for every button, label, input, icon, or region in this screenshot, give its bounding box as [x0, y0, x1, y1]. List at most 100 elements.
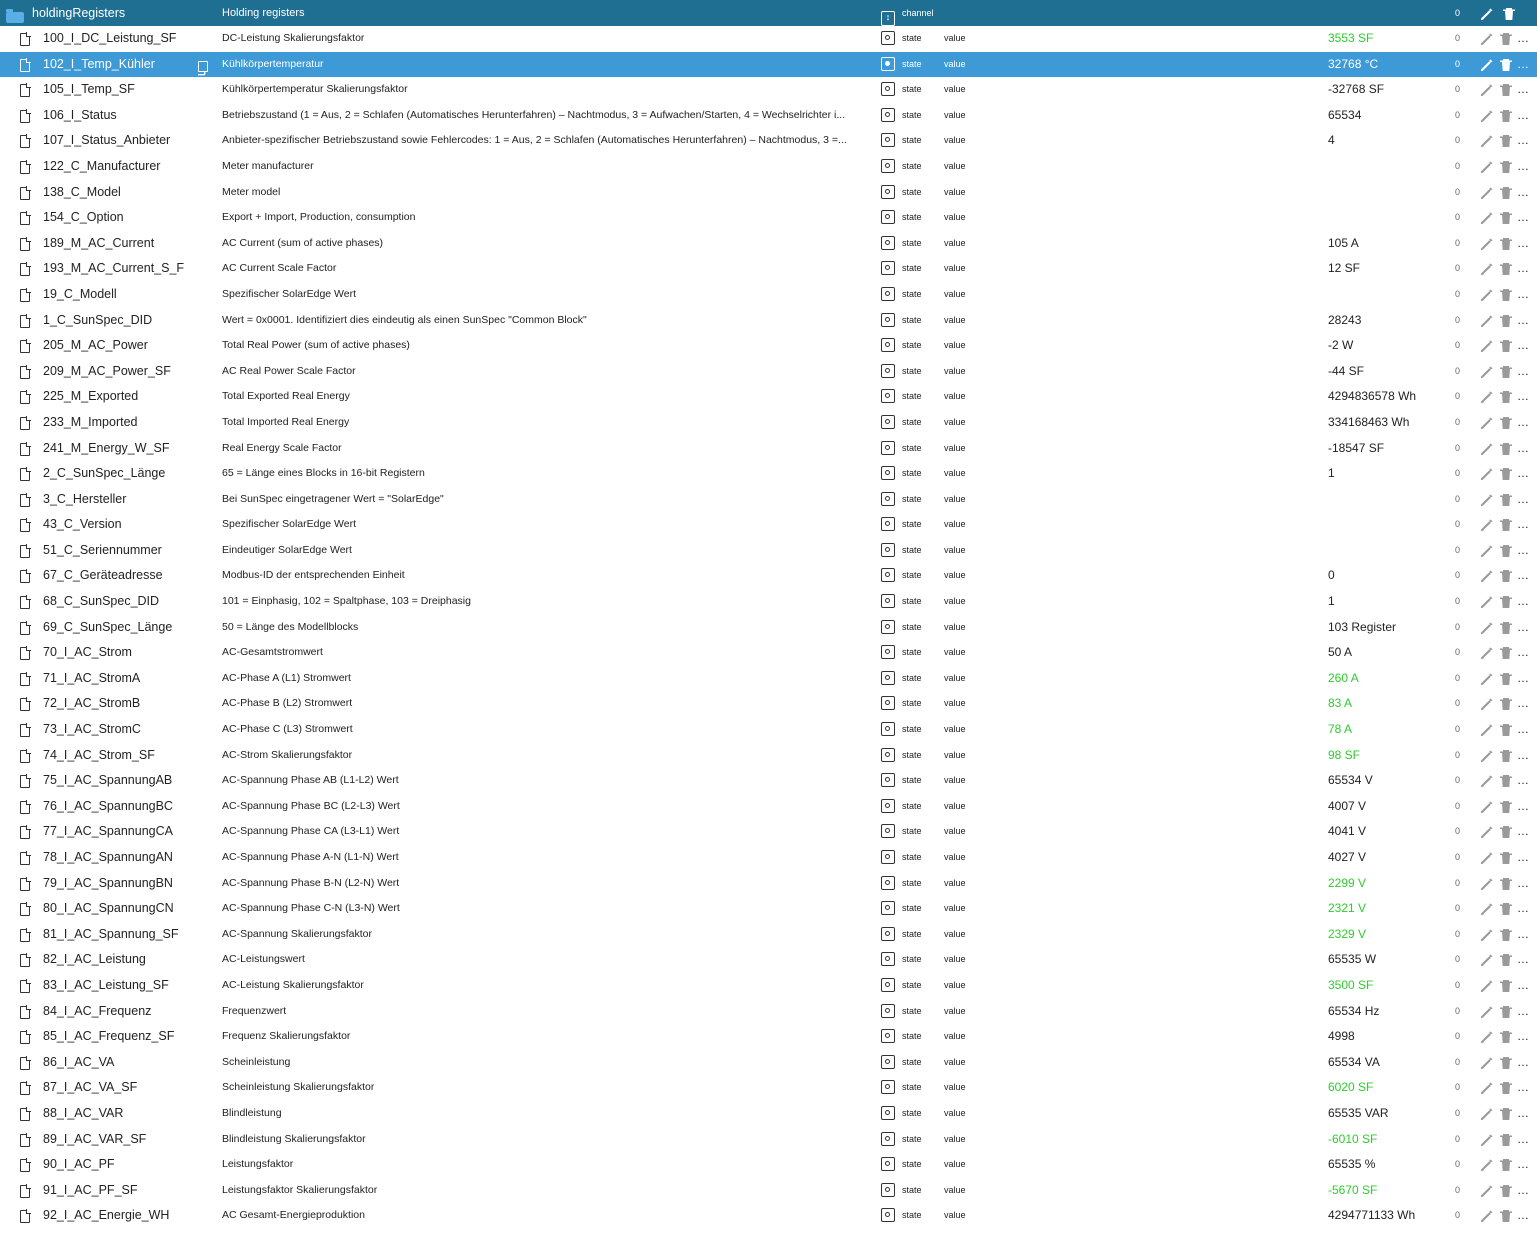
tree-row[interactable]: 68_C_SunSpec_DID 101 = Einphasig, 102 = S…	[0, 589, 1537, 615]
trash-icon[interactable]	[1498, 389, 1514, 405]
gear-icon[interactable]	[1517, 1055, 1533, 1071]
gear-icon[interactable]	[1517, 1029, 1533, 1045]
gear-icon[interactable]	[1517, 1183, 1533, 1199]
gear-icon[interactable]	[1517, 773, 1533, 789]
trash-icon[interactable]	[1498, 492, 1514, 508]
tree-row[interactable]: 43_C_Version Spezifischer SolarEdge Wert s…	[0, 512, 1537, 538]
trash-icon[interactable]	[1498, 850, 1514, 866]
trash-icon[interactable]	[1498, 210, 1514, 226]
gear-icon[interactable]	[1517, 696, 1533, 712]
object-value[interactable]: 83 A	[1328, 691, 1448, 717]
gear-icon[interactable]	[1517, 492, 1533, 508]
object-value[interactable]: 78 A	[1328, 717, 1448, 743]
gear-icon[interactable]	[1517, 441, 1533, 457]
gear-icon[interactable]	[1517, 108, 1533, 124]
object-value[interactable]: 98 SF	[1328, 743, 1448, 769]
trash-icon[interactable]	[1498, 594, 1514, 610]
tree-row[interactable]: 138_C_Model Meter model state value 0	[0, 180, 1537, 206]
tree-row[interactable]: 100_I_DC_Leistung_SF DC-Leistung Skalieru…	[0, 26, 1537, 52]
trash-icon[interactable]	[1498, 415, 1514, 431]
object-value[interactable]	[1328, 538, 1448, 564]
pencil-icon[interactable]	[1479, 671, 1495, 687]
pencil-icon[interactable]	[1479, 1029, 1495, 1045]
trash-icon[interactable]	[1498, 261, 1514, 277]
gear-icon[interactable]	[1517, 1157, 1533, 1173]
pencil-icon[interactable]	[1479, 517, 1495, 533]
tree-row[interactable]: 88_I_AC_VAR Blindleistung state value 65535 …	[0, 1101, 1537, 1127]
object-value[interactable]: 65534 Hz	[1328, 999, 1448, 1025]
pencil-icon[interactable]	[1479, 876, 1495, 892]
trash-icon[interactable]	[1498, 799, 1514, 815]
folder-row-holding-registers[interactable]: holdingRegisters Holding registers ↕ cha…	[0, 0, 1537, 26]
trash-icon[interactable]	[1498, 671, 1514, 687]
tree-row[interactable]: 105_I_Temp_SF Kühlkörpertemperatur Skalie…	[0, 77, 1537, 103]
tree-row[interactable]: 1_C_SunSpec_DID Wert = 0x0001. Identifizi…	[0, 308, 1537, 334]
gear-icon[interactable]	[1517, 1004, 1533, 1020]
gear-icon[interactable]	[1517, 568, 1533, 584]
pencil-icon[interactable]	[1479, 1004, 1495, 1020]
gear-icon[interactable]	[1517, 517, 1533, 533]
object-value[interactable]: 3553 SF	[1328, 26, 1448, 52]
pencil-icon[interactable]	[1479, 543, 1495, 559]
trash-icon[interactable]	[1498, 287, 1514, 303]
tree-row[interactable]: 106_I_Status Betriebszustand (1 = Aus, 2 …	[0, 103, 1537, 129]
tree-row[interactable]: 51_C_Seriennummer Eindeutiger SolarEdge W…	[0, 538, 1537, 564]
tree-row[interactable]: 154_C_Option Export + Import, Production,…	[0, 205, 1537, 231]
pencil-icon[interactable]	[1479, 568, 1495, 584]
tree-row[interactable]: 69_C_SunSpec_Länge 50 = Länge des Modellb…	[0, 615, 1537, 641]
tree-row[interactable]: 90_I_AC_PF Leistungsfaktor state value 65535…	[0, 1152, 1537, 1178]
object-value[interactable]: 2329 V	[1328, 922, 1448, 948]
pencil-icon[interactable]	[1479, 799, 1495, 815]
object-value[interactable]: 1	[1328, 461, 1448, 487]
pencil-icon[interactable]	[1479, 748, 1495, 764]
gear-icon[interactable]	[1517, 210, 1533, 226]
tree-row[interactable]: 92_I_AC_Energie_WH AC Gesamt-Energieprodu…	[0, 1203, 1537, 1229]
pencil-icon[interactable]	[1479, 850, 1495, 866]
trash-icon[interactable]	[1498, 543, 1514, 559]
object-value[interactable]: 65535 %	[1328, 1152, 1448, 1178]
gear-icon[interactable]	[1517, 1080, 1533, 1096]
tree-row[interactable]: 82_I_AC_Leistung AC-Leistungswert state val…	[0, 947, 1537, 973]
object-value[interactable]: 12 SF	[1328, 256, 1448, 282]
gear-icon[interactable]	[1517, 364, 1533, 380]
pencil-icon[interactable]	[1479, 645, 1495, 661]
object-value[interactable]: 3500 SF	[1328, 973, 1448, 999]
trash-icon[interactable]	[1498, 1208, 1514, 1224]
trash-icon[interactable]	[1498, 1080, 1514, 1096]
pencil-icon[interactable]	[1479, 722, 1495, 738]
tree-row[interactable]: 79_I_AC_SpannungBN AC-Spannung Phase B-N …	[0, 871, 1537, 897]
tree-row[interactable]: 70_I_AC_Strom AC-Gesamtstromwert state valu…	[0, 640, 1537, 666]
tree-row[interactable]: 209_M_AC_Power_SF AC Real Power Scale Fac…	[0, 359, 1537, 385]
pencil-icon[interactable]	[1479, 466, 1495, 482]
trash-icon[interactable]	[1498, 773, 1514, 789]
pencil-icon[interactable]	[1479, 415, 1495, 431]
pencil-icon[interactable]	[1479, 287, 1495, 303]
pencil-icon[interactable]	[1479, 1106, 1495, 1122]
pencil-icon[interactable]	[1479, 31, 1495, 47]
object-value[interactable]: 103 Register	[1328, 615, 1448, 641]
object-value[interactable]: -32768 SF	[1328, 77, 1448, 103]
pencil-icon[interactable]	[1479, 927, 1495, 943]
gear-icon[interactable]	[1517, 313, 1533, 329]
tree-row[interactable]: 19_C_Modell Spezifischer SolarEdge Wert st…	[0, 282, 1537, 308]
trash-icon[interactable]	[1498, 824, 1514, 840]
trash-icon[interactable]	[1498, 1055, 1514, 1071]
tree-row[interactable]: 89_I_AC_VAR_SF Blindleistung Skalierungsf…	[0, 1127, 1537, 1153]
object-value[interactable]: -2 W	[1328, 333, 1448, 359]
trash-icon[interactable]	[1498, 876, 1514, 892]
object-value[interactable]	[1328, 487, 1448, 513]
gear-icon[interactable]	[1517, 1208, 1533, 1224]
trash-icon[interactable]	[1498, 1029, 1514, 1045]
pencil-icon[interactable]	[1479, 210, 1495, 226]
gear-icon[interactable]	[1517, 722, 1533, 738]
pencil-icon[interactable]	[1479, 6, 1495, 22]
trash-icon[interactable]	[1498, 1157, 1514, 1173]
trash-icon[interactable]	[1498, 952, 1514, 968]
object-value[interactable]	[1328, 512, 1448, 538]
gear-icon[interactable]	[1517, 82, 1533, 98]
pencil-icon[interactable]	[1479, 952, 1495, 968]
tree-row[interactable]: 80_I_AC_SpannungCN AC-Spannung Phase C-N …	[0, 896, 1537, 922]
object-value[interactable]: 334168463 Wh	[1328, 410, 1448, 436]
trash-icon[interactable]	[1498, 748, 1514, 764]
object-value[interactable]: 50 A	[1328, 640, 1448, 666]
